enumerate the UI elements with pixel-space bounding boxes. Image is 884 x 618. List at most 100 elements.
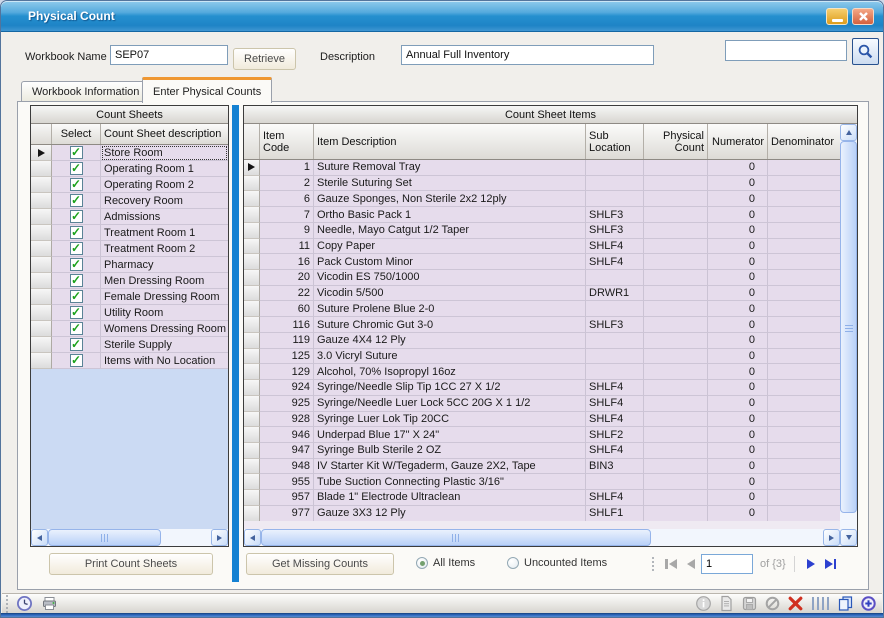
count-sheet-row[interactable]: ✓Operating Room 2 <box>31 177 228 193</box>
select-cell[interactable]: ✓ <box>52 161 101 177</box>
denominator-cell[interactable] <box>768 333 840 349</box>
denominator-cell[interactable] <box>768 301 840 317</box>
panel-splitter[interactable] <box>232 105 239 582</box>
numerator-cell[interactable]: 0 <box>708 474 768 490</box>
denominator-cell[interactable] <box>768 270 840 286</box>
item-row[interactable]: 955Tube Suction Connecting Plastic 3/16"… <box>244 474 840 490</box>
item-row[interactable]: 116Suture Chromic Gut 3-0SHLF30 <box>244 317 840 333</box>
count-sheet-row[interactable]: ✓Sterile Supply <box>31 337 228 353</box>
physical-count-cell[interactable] <box>644 239 708 255</box>
denominator-cell[interactable] <box>768 239 840 255</box>
row-selector[interactable] <box>31 337 52 353</box>
row-selector[interactable] <box>244 191 260 207</box>
count-sheet-row[interactable]: ✓Pharmacy <box>31 257 228 273</box>
next-page-button[interactable] <box>801 554 821 574</box>
row-selector[interactable] <box>244 506 260 522</box>
physical-count-cell[interactable] <box>644 506 708 522</box>
item-row[interactable]: 60Suture Prolene Blue 2-00 <box>244 301 840 317</box>
row-selector[interactable] <box>244 427 260 443</box>
numerator-cell[interactable]: 0 <box>708 176 768 192</box>
select-cell[interactable]: ✓ <box>52 353 101 369</box>
delete-icon[interactable] <box>787 595 804 612</box>
pager-grip[interactable] <box>652 557 654 571</box>
cancel-icon[interactable] <box>764 595 781 612</box>
item-row[interactable]: 22Vicodin 5/500DRWR10 <box>244 286 840 302</box>
scroll-left-button[interactable] <box>244 529 261 546</box>
row-selector[interactable] <box>31 321 52 337</box>
denominator-cell[interactable] <box>768 380 840 396</box>
tab-workbook-information[interactable]: Workbook Information <box>21 81 150 101</box>
denominator-cell[interactable] <box>768 317 840 333</box>
count-sheets-header-select[interactable]: Select <box>52 124 101 144</box>
physical-count-cell[interactable] <box>644 380 708 396</box>
item-row[interactable]: 16Pack Custom MinorSHLF40 <box>244 254 840 270</box>
denominator-cell[interactable] <box>768 349 840 365</box>
denominator-cell[interactable] <box>768 286 840 302</box>
physical-count-cell[interactable] <box>644 396 708 412</box>
select-checkbox[interactable]: ✓ <box>70 242 83 255</box>
numerator-cell[interactable]: 0 <box>708 286 768 302</box>
numerator-cell[interactable]: 0 <box>708 443 768 459</box>
select-cell[interactable]: ✓ <box>52 241 101 257</box>
retrieve-button[interactable]: Retrieve <box>233 48 296 70</box>
physical-count-cell[interactable] <box>644 427 708 443</box>
select-cell[interactable]: ✓ <box>52 193 101 209</box>
items-hscrollbar[interactable] <box>244 529 840 546</box>
scroll-thumb[interactable] <box>840 141 857 513</box>
numerator-cell[interactable]: 0 <box>708 333 768 349</box>
prev-page-button[interactable] <box>681 554 701 574</box>
numerator-cell[interactable]: 0 <box>708 270 768 286</box>
row-selector[interactable] <box>31 177 52 193</box>
item-row[interactable]: 957Blade 1" Electrode UltracleanSHLF40 <box>244 490 840 506</box>
clock-icon[interactable] <box>16 595 33 612</box>
row-selector[interactable] <box>244 412 260 428</box>
numerator-cell[interactable]: 0 <box>708 223 768 239</box>
count-sheet-row[interactable]: ✓Utility Room <box>31 305 228 321</box>
select-checkbox[interactable]: ✓ <box>70 274 83 287</box>
physical-count-cell[interactable] <box>644 301 708 317</box>
denominator-cell[interactable] <box>768 364 840 380</box>
select-checkbox[interactable]: ✓ <box>70 338 83 351</box>
statusbar-grip[interactable] <box>6 595 8 613</box>
item-row[interactable]: 7Ortho Basic Pack 1SHLF30 <box>244 207 840 223</box>
count-sheet-row[interactable]: ✓Treatment Room 1 <box>31 225 228 241</box>
row-selector[interactable] <box>31 209 52 225</box>
item-row[interactable]: 946Underpad Blue 17" X 24"SHLF20 <box>244 427 840 443</box>
first-page-button[interactable] <box>661 554 681 574</box>
count-sheet-row[interactable]: ✓Men Dressing Room <box>31 273 228 289</box>
item-row[interactable]: 1253.0 Vicryl Suture0 <box>244 349 840 365</box>
numerator-cell[interactable]: 0 <box>708 490 768 506</box>
count-sheet-row[interactable]: ✓Womens Dressing Room <box>31 321 228 337</box>
row-selector[interactable] <box>244 474 260 490</box>
count-sheet-row[interactable]: ✓Operating Room 1 <box>31 161 228 177</box>
radio-uncounted-items[interactable]: Uncounted Items <box>507 557 607 569</box>
row-selector[interactable] <box>244 380 260 396</box>
scroll-thumb[interactable] <box>48 529 161 546</box>
item-row[interactable]: 9Needle, Mayo Catgut 1/2 TaperSHLF30 <box>244 223 840 239</box>
item-row[interactable]: 2Sterile Suturing Set0 <box>244 176 840 192</box>
select-cell[interactable]: ✓ <box>52 225 101 241</box>
item-row[interactable]: 924Syringe/Needle Slip Tip 1CC 27 X 1/2S… <box>244 380 840 396</box>
row-selector[interactable] <box>244 396 260 412</box>
item-row[interactable]: 129Alcohol, 70% Isopropyl 16oz0 <box>244 364 840 380</box>
physical-count-cell[interactable] <box>644 474 708 490</box>
physical-count-cell[interactable] <box>644 254 708 270</box>
numerator-cell[interactable]: 0 <box>708 191 768 207</box>
row-selector[interactable] <box>244 333 260 349</box>
denominator-cell[interactable] <box>768 459 840 475</box>
scroll-right-button[interactable] <box>211 529 228 546</box>
tab-enter-physical-counts[interactable]: Enter Physical Counts <box>142 77 272 103</box>
row-selector[interactable] <box>31 241 52 257</box>
count-sheet-row[interactable]: ✓Treatment Room 2 <box>31 241 228 257</box>
radio-unselected-icon[interactable] <box>507 557 519 569</box>
physical-count-cell[interactable] <box>644 317 708 333</box>
row-selector[interactable] <box>31 225 52 241</box>
numerator-cell[interactable]: 0 <box>708 412 768 428</box>
row-selector[interactable] <box>244 443 260 459</box>
count-sheet-row[interactable]: ✓Store Room <box>31 145 228 161</box>
select-checkbox[interactable]: ✓ <box>70 162 83 175</box>
row-selector[interactable] <box>244 490 260 506</box>
select-cell[interactable]: ✓ <box>52 321 101 337</box>
physical-count-cell[interactable] <box>644 191 708 207</box>
item-row[interactable]: 948IV Starter Kit W/Tegaderm, Gauze 2X2,… <box>244 459 840 475</box>
